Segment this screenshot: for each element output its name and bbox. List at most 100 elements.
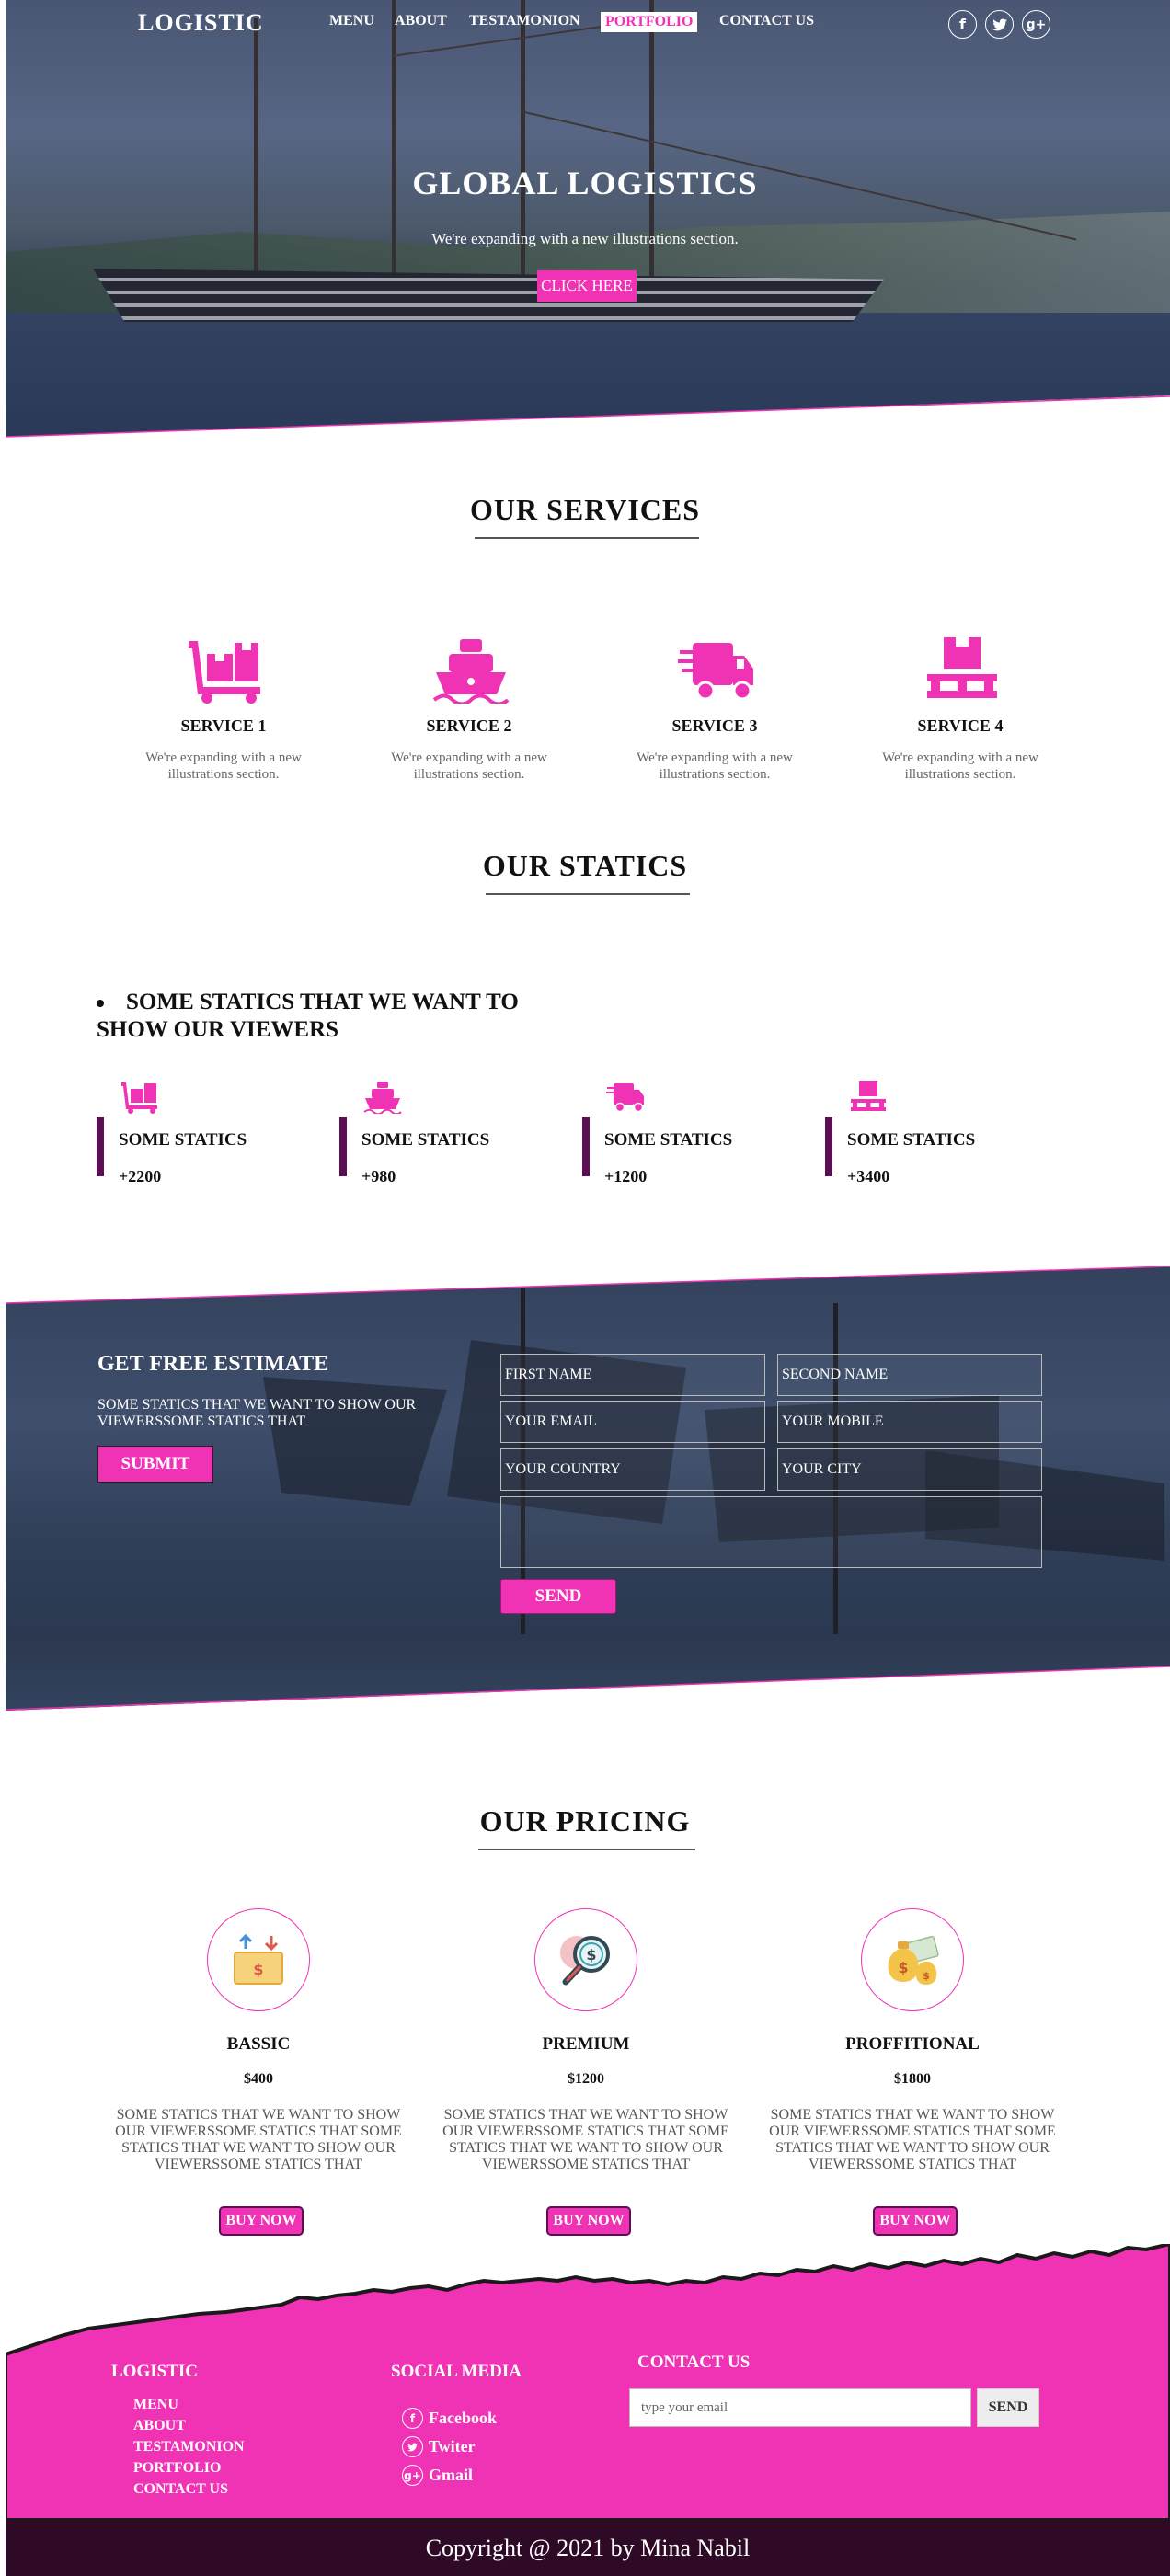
- social-media-title: SOCIAL MEDIA: [391, 2362, 522, 2381]
- hero-banner: [6, 0, 1170, 437]
- money-box-icon: $: [234, 1933, 283, 1985]
- twitter-icon: [402, 2436, 423, 2457]
- service-title: SERVICE 1: [180, 716, 267, 735]
- svg-text:$: $: [923, 1970, 930, 1982]
- pallet-box-icon: [927, 637, 997, 698]
- stat-value: +1200: [604, 1167, 648, 1185]
- footer-link-contact-us[interactable]: CONTACT US: [133, 2481, 228, 2498]
- buy-now-button[interactable]: BUY NOW: [219, 2206, 304, 2236]
- nav-menu[interactable]: MENU: [329, 13, 374, 29]
- site-logo[interactable]: LOGISTIC: [138, 9, 264, 37]
- nav-about[interactable]: ABOUT: [395, 13, 447, 29]
- stat-accent-bar: [339, 1117, 347, 1176]
- pallet-box-icon: [851, 1081, 886, 1111]
- pricing-icon-circle: $: [207, 1908, 310, 2011]
- statics-title: OUR STATICS: [482, 849, 688, 882]
- dolly-boxes-icon: [121, 1082, 157, 1114]
- footer-gmail-link[interactable]: g+ Gmail: [402, 2465, 473, 2486]
- svg-text:$: $: [586, 1946, 596, 1963]
- plan-name: PROFFITIONAL: [845, 2034, 980, 2054]
- stat-label: SOME STATICS: [604, 1130, 733, 1150]
- copyright-bar: Copyright @ 2021 by Mina Nabil: [6, 2520, 1170, 2576]
- plan-name: BASSIC: [226, 2034, 291, 2054]
- pricing-icon-circle: $: [534, 1908, 637, 2011]
- svg-text:$: $: [253, 1961, 263, 1978]
- copyright-text: Copyright @ 2021 by Mina Nabil: [425, 2534, 751, 2561]
- footer-logo: LOGISTIC: [111, 2362, 198, 2381]
- service-title: SERVICE 3: [671, 716, 758, 735]
- plan-description: SOME STATICS THAT WE WANT TO SHOW OUR VI…: [769, 2107, 1056, 2172]
- services-title-underline: [475, 537, 699, 539]
- facebook-icon: f: [402, 2408, 423, 2429]
- stat-accent-bar: [825, 1117, 832, 1176]
- stat-item: SOME STATICS +1200: [582, 1081, 785, 1191]
- facebook-icon[interactable]: f: [948, 10, 977, 39]
- country-field[interactable]: YOUR COUNTRY: [500, 1448, 765, 1491]
- stat-item: SOME STATICS +2200: [97, 1081, 299, 1191]
- svg-text:$: $: [898, 1959, 908, 1976]
- stat-accent-bar: [97, 1117, 104, 1176]
- plan-price: $1800: [894, 2071, 931, 2087]
- service-text: We're expanding with a new illustrations…: [637, 750, 793, 782]
- stat-value: +2200: [119, 1167, 162, 1185]
- footer-background: [6, 2244, 1170, 2520]
- plan-price: $1200: [568, 2071, 604, 2087]
- nav-contact-us[interactable]: CONTACT US: [719, 13, 814, 29]
- footer-link-testamonion[interactable]: TESTAMONION: [133, 2439, 245, 2456]
- buy-now-button[interactable]: BUY NOW: [873, 2206, 958, 2236]
- dolly-boxes-icon: [189, 641, 260, 704]
- click-here-button[interactable]: CLICK HERE: [537, 270, 637, 302]
- submit-button[interactable]: SUBMIT: [98, 1446, 213, 1483]
- hero-title: GLOBAL LOGISTICS: [412, 165, 758, 201]
- footer-facebook-link[interactable]: f Facebook: [402, 2408, 497, 2429]
- send-button[interactable]: SEND: [500, 1579, 616, 1614]
- plan-price: $400: [244, 2071, 273, 2087]
- contact-us-title: CONTACT US: [637, 2353, 751, 2372]
- ship-icon: [432, 639, 510, 704]
- footer-link-about[interactable]: ABOUT: [133, 2418, 186, 2434]
- footer-link-portfolio[interactable]: PORTFOLIO: [133, 2460, 221, 2477]
- stat-item: SOME STATICS +3400: [825, 1081, 1027, 1191]
- plan-description: SOME STATICS THAT WE WANT TO SHOW OUR VI…: [442, 2107, 729, 2172]
- city-field[interactable]: YOUR CITY: [777, 1448, 1042, 1491]
- first-name-field[interactable]: FIRST NAME: [500, 1354, 765, 1396]
- footer-link-menu[interactable]: MENU: [133, 2397, 178, 2413]
- pricing-icon-circle: $ $: [861, 1908, 964, 2011]
- stat-label: SOME STATICS: [361, 1130, 490, 1150]
- email-field[interactable]: YOUR EMAIL: [500, 1401, 765, 1443]
- nav-portfolio[interactable]: PORTFOLIO: [601, 12, 698, 32]
- statics-title-underline: [486, 893, 690, 895]
- google-plus-icon: g+: [402, 2465, 423, 2486]
- stat-value: +980: [361, 1167, 396, 1185]
- ship-icon: [363, 1082, 402, 1114]
- pricing-title-underline: [478, 1849, 695, 1850]
- service-text: We're expanding with a new illustrations…: [145, 750, 302, 782]
- money-bags-icon: $ $: [888, 1935, 939, 1985]
- service-title: SERVICE 4: [917, 716, 1004, 735]
- bullet-icon: [97, 1000, 104, 1007]
- shipping-truck-icon: [678, 643, 753, 701]
- footer-twitter-link[interactable]: Twiter: [402, 2436, 476, 2457]
- newsletter-email-input[interactable]: type your email: [629, 2388, 971, 2427]
- twitter-icon[interactable]: [985, 10, 1014, 39]
- service-text: We're expanding with a new illustrations…: [882, 750, 1038, 782]
- google-plus-icon[interactable]: g+: [1022, 10, 1050, 39]
- nav-testamonion[interactable]: TESTAMONION: [469, 13, 580, 29]
- plan-name: PREMIUM: [542, 2034, 630, 2054]
- service-title: SERVICE 2: [426, 716, 512, 735]
- service-text: We're expanding with a new illustrations…: [391, 750, 547, 782]
- stat-label: SOME STATICS: [119, 1130, 247, 1150]
- dollar-magnifier-icon: $: [560, 1936, 610, 1986]
- newsletter-send-button[interactable]: SEND: [977, 2388, 1039, 2427]
- second-name-field[interactable]: SECOND NAME: [777, 1354, 1042, 1396]
- plan-description: SOME STATICS THAT WE WANT TO SHOW OUR VI…: [115, 2107, 402, 2172]
- statics-heading: SOME STATICS THAT WE WANT TO SHOW OUR VI…: [97, 990, 519, 1042]
- stat-accent-bar: [582, 1117, 590, 1176]
- shipping-truck-icon: [606, 1083, 644, 1113]
- stat-label: SOME STATICS: [847, 1130, 976, 1150]
- message-textarea[interactable]: [500, 1496, 1042, 1568]
- stat-item: SOME STATICS +980: [339, 1081, 542, 1191]
- top-navigation: LOGISTIC MENU ABOUT TESTAMONION PORTFOLI…: [0, 0, 1170, 46]
- mobile-field[interactable]: YOUR MOBILE: [777, 1401, 1042, 1443]
- buy-now-button[interactable]: BUY NOW: [546, 2206, 631, 2236]
